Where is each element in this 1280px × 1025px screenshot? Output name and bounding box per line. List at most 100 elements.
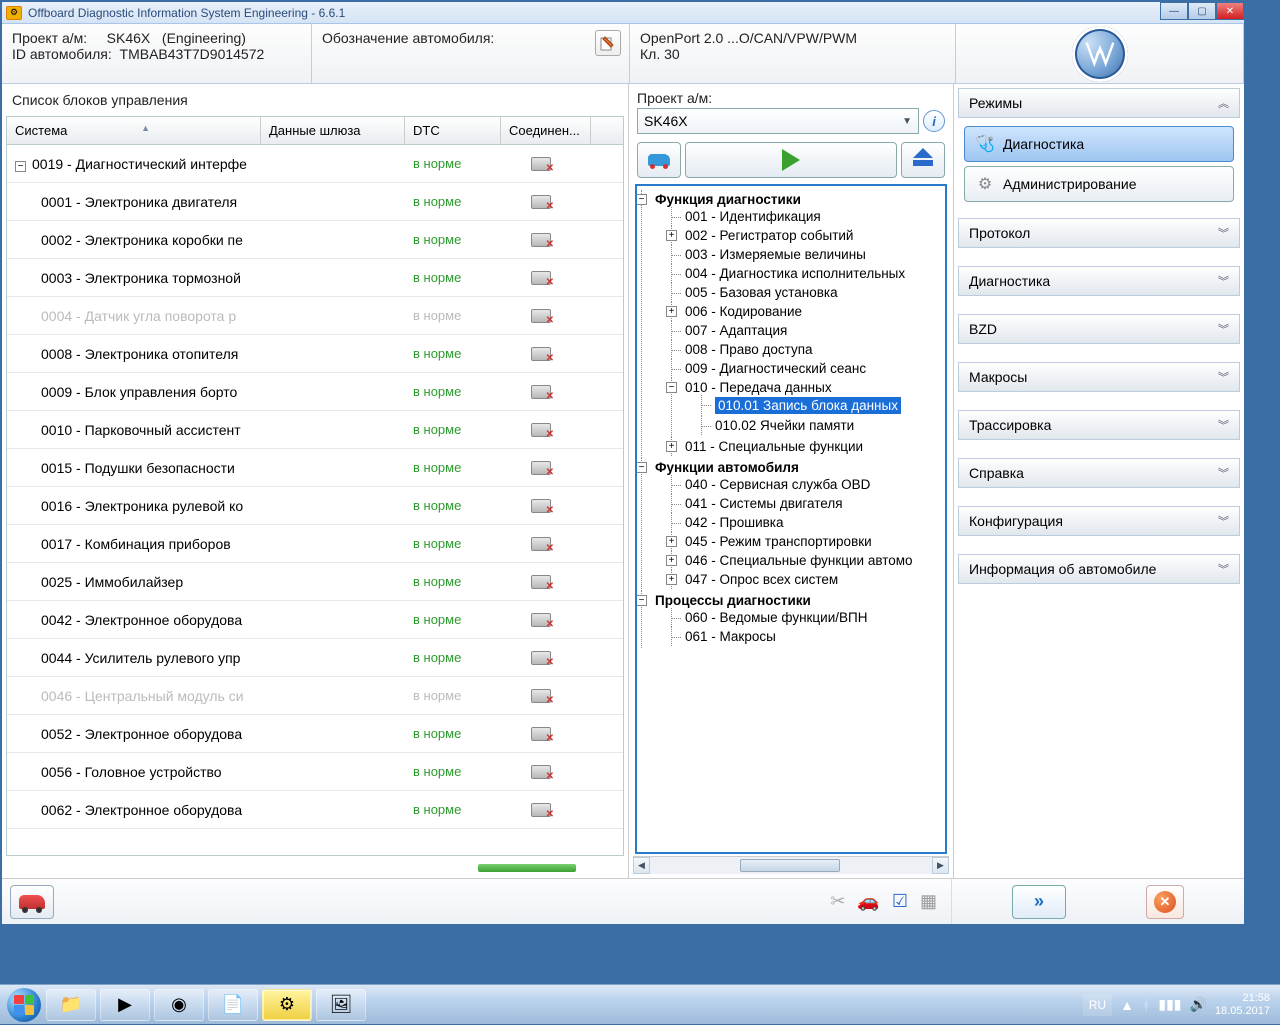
accordion-section[interactable]: Конфигурация︾ bbox=[958, 506, 1240, 536]
table-row[interactable]: 0062 - Электронное оборудовав норме bbox=[7, 791, 623, 829]
tree-item[interactable]: 004 - Диагностика исполнительных bbox=[671, 264, 943, 283]
tray-flag-icon[interactable]: ▲ bbox=[1120, 997, 1134, 1013]
tray-bluetooth-icon[interactable]: ᚼ bbox=[1142, 997, 1150, 1013]
accordion-section[interactable]: Информация об автомобиле︾ bbox=[958, 554, 1240, 584]
collapse-icon[interactable]: − bbox=[636, 462, 647, 473]
tree-item[interactable]: 010.02 Ячейки памяти bbox=[701, 416, 943, 435]
table-row[interactable]: 0002 - Электроника коробки пев норме bbox=[7, 221, 623, 259]
accordion-section[interactable]: Диагностика︾ bbox=[958, 266, 1240, 296]
tree-hscrollbar[interactable]: ◀ ▶ bbox=[633, 856, 949, 874]
tree-item[interactable]: +047 - Опрос всех систем bbox=[671, 570, 943, 589]
taskbar-explorer[interactable]: 📁 bbox=[46, 989, 96, 1021]
ecu-table-body[interactable]: −0019 - Диагностический интерфев норме00… bbox=[6, 145, 624, 856]
tray-network-icon[interactable]: ▮▮▮ bbox=[1158, 996, 1181, 1013]
taskbar-chrome[interactable]: ◉ bbox=[154, 989, 204, 1021]
expand-icon[interactable]: + bbox=[666, 306, 677, 317]
system-tray[interactable]: RU ▲ ᚼ ▮▮▮ 🔊 21:5818.05.2017 bbox=[1083, 992, 1276, 1016]
table-row[interactable]: 0003 - Электроника тормознойв норме bbox=[7, 259, 623, 297]
tree-item[interactable]: +045 - Режим транспортировки bbox=[671, 532, 943, 551]
info-button[interactable]: i bbox=[923, 110, 945, 132]
collapse-icon[interactable]: − bbox=[636, 595, 647, 606]
grid-icon[interactable]: ▦ bbox=[920, 891, 937, 912]
eject-button[interactable] bbox=[901, 142, 945, 178]
play-button[interactable] bbox=[685, 142, 897, 178]
expand-icon[interactable]: + bbox=[666, 574, 677, 585]
table-row[interactable]: 0044 - Усилитель рулевого упрв норме bbox=[7, 639, 623, 677]
accordion-section[interactable]: Трассировка︾ bbox=[958, 410, 1240, 440]
tree-item[interactable]: 061 - Макросы bbox=[671, 627, 943, 646]
collapse-icon[interactable]: − bbox=[666, 382, 677, 393]
next-button[interactable]: » bbox=[1012, 885, 1066, 919]
expand-icon[interactable]: + bbox=[666, 555, 677, 566]
tree-item[interactable]: 007 - Адаптация bbox=[671, 321, 943, 340]
tree-group-diag[interactable]: −Функция диагностики 001 - Идентификация… bbox=[641, 190, 943, 458]
table-row[interactable]: 0056 - Головное устройствов норме bbox=[7, 753, 623, 791]
tree-item[interactable]: 040 - Сервисная служба OBD bbox=[671, 475, 943, 494]
edit-designation-button[interactable] bbox=[595, 30, 621, 56]
tree-item[interactable]: 060 - Ведомые функции/ВПН bbox=[671, 608, 943, 627]
titlebar[interactable]: ⚙ Offboard Diagnostic Information System… bbox=[2, 2, 1244, 24]
mode-diagnostics-button[interactable]: 🩺Диагностика bbox=[964, 126, 1234, 162]
table-row[interactable]: 0052 - Электронное оборудовав норме bbox=[7, 715, 623, 753]
scroll-right-icon[interactable]: ▶ bbox=[932, 857, 949, 874]
vehicle-button[interactable] bbox=[637, 142, 681, 178]
table-row[interactable]: 0017 - Комбинация приборовв норме bbox=[7, 525, 623, 563]
col-connection[interactable]: Соединен... bbox=[501, 117, 591, 144]
tree-group-vehicle[interactable]: −Функции автомобиля 040 - Сервисная служ… bbox=[641, 458, 943, 591]
table-row[interactable]: 0042 - Электронное оборудовав норме bbox=[7, 601, 623, 639]
tree-item[interactable]: 009 - Диагностический сеанс bbox=[671, 359, 943, 378]
windows-taskbar[interactable]: 📁 ▶ ◉ 📄 ⚙ 🖼 RU ▲ ᚼ ▮▮▮ 🔊 21:5818.05.2017 bbox=[0, 984, 1280, 1024]
accordion-section[interactable]: Протокол︾ bbox=[958, 218, 1240, 248]
cancel-button[interactable]: ✕ bbox=[1146, 885, 1184, 919]
tray-clock[interactable]: 21:5818.05.2017 bbox=[1215, 992, 1270, 1016]
collapse-icon[interactable]: − bbox=[15, 161, 26, 172]
tree-item[interactable]: 042 - Прошивка bbox=[671, 513, 943, 532]
vehicle-home-button[interactable] bbox=[10, 885, 54, 919]
tree-item[interactable]: −010 - Передача данных 010.01 Запись бло… bbox=[671, 378, 943, 437]
tree-item[interactable]: 001 - Идентификация bbox=[671, 207, 943, 226]
start-button[interactable] bbox=[4, 985, 44, 1025]
expand-icon[interactable]: + bbox=[666, 230, 677, 241]
table-row[interactable]: 0001 - Электроника двигателяв норме bbox=[7, 183, 623, 221]
tree-item[interactable]: 041 - Системы двигателя bbox=[671, 494, 943, 513]
col-gateway[interactable]: Данные шлюза bbox=[261, 117, 405, 144]
close-button[interactable]: ✕ bbox=[1216, 2, 1244, 20]
function-tree[interactable]: −Функция диагностики 001 - Идентификация… bbox=[635, 184, 947, 854]
table-row[interactable]: 0015 - Подушки безопасностив норме bbox=[7, 449, 623, 487]
scroll-left-icon[interactable]: ◀ bbox=[633, 857, 650, 874]
checklist-icon[interactable]: ☑ bbox=[892, 891, 908, 912]
tree-item[interactable]: 005 - Базовая установка bbox=[671, 283, 943, 302]
tree-item[interactable]: +002 - Регистратор событий bbox=[671, 226, 943, 245]
col-dtc[interactable]: DTC bbox=[405, 117, 501, 144]
tray-volume-icon[interactable]: 🔊 bbox=[1190, 996, 1207, 1013]
table-row[interactable]: 0025 - Иммобилайзерв норме bbox=[7, 563, 623, 601]
taskbar-media[interactable]: ▶ bbox=[100, 989, 150, 1021]
taskbar-odis-app[interactable]: ⚙ bbox=[262, 989, 312, 1021]
project-select[interactable]: SK46X▼ bbox=[637, 108, 919, 134]
taskbar-notepad[interactable]: 📄 bbox=[208, 989, 258, 1021]
tree-item[interactable]: +011 - Специальные функции bbox=[671, 437, 943, 456]
table-row[interactable]: 0046 - Центральный модуль сив норме bbox=[7, 677, 623, 715]
tree-item-selected[interactable]: 010.01 Запись блока данных bbox=[701, 395, 943, 416]
table-row[interactable]: 0008 - Электроника отопителяв норме bbox=[7, 335, 623, 373]
col-system[interactable]: Система▲ bbox=[7, 117, 261, 144]
tree-item[interactable]: +006 - Кодирование bbox=[671, 302, 943, 321]
tree-item[interactable]: 008 - Право доступа bbox=[671, 340, 943, 359]
tree-item[interactable]: 003 - Измеряемые величины bbox=[671, 245, 943, 264]
table-row[interactable]: 0016 - Электроника рулевой ков норме bbox=[7, 487, 623, 525]
modes-header[interactable]: Режимы︽ bbox=[958, 88, 1240, 118]
maximize-button[interactable]: ▢ bbox=[1188, 2, 1216, 20]
accordion-section[interactable]: Макросы︾ bbox=[958, 362, 1240, 392]
tree-item[interactable]: +046 - Специальные функции автомо bbox=[671, 551, 943, 570]
collapse-icon[interactable]: − bbox=[636, 194, 647, 205]
tree-group-processes[interactable]: −Процессы диагностики 060 - Ведомые функ… bbox=[641, 591, 943, 648]
accordion-section[interactable]: BZD︾ bbox=[958, 314, 1240, 344]
scroll-thumb[interactable] bbox=[740, 859, 840, 872]
table-row[interactable]: 0009 - Блок управления бортов норме bbox=[7, 373, 623, 411]
minimize-button[interactable]: — bbox=[1160, 2, 1188, 20]
language-indicator[interactable]: RU bbox=[1083, 994, 1112, 1016]
table-row[interactable]: 0004 - Датчик угла поворота рв норме bbox=[7, 297, 623, 335]
expand-icon[interactable]: + bbox=[666, 441, 677, 452]
expand-icon[interactable]: + bbox=[666, 536, 677, 547]
table-row[interactable]: −0019 - Диагностический интерфев норме bbox=[7, 145, 623, 183]
